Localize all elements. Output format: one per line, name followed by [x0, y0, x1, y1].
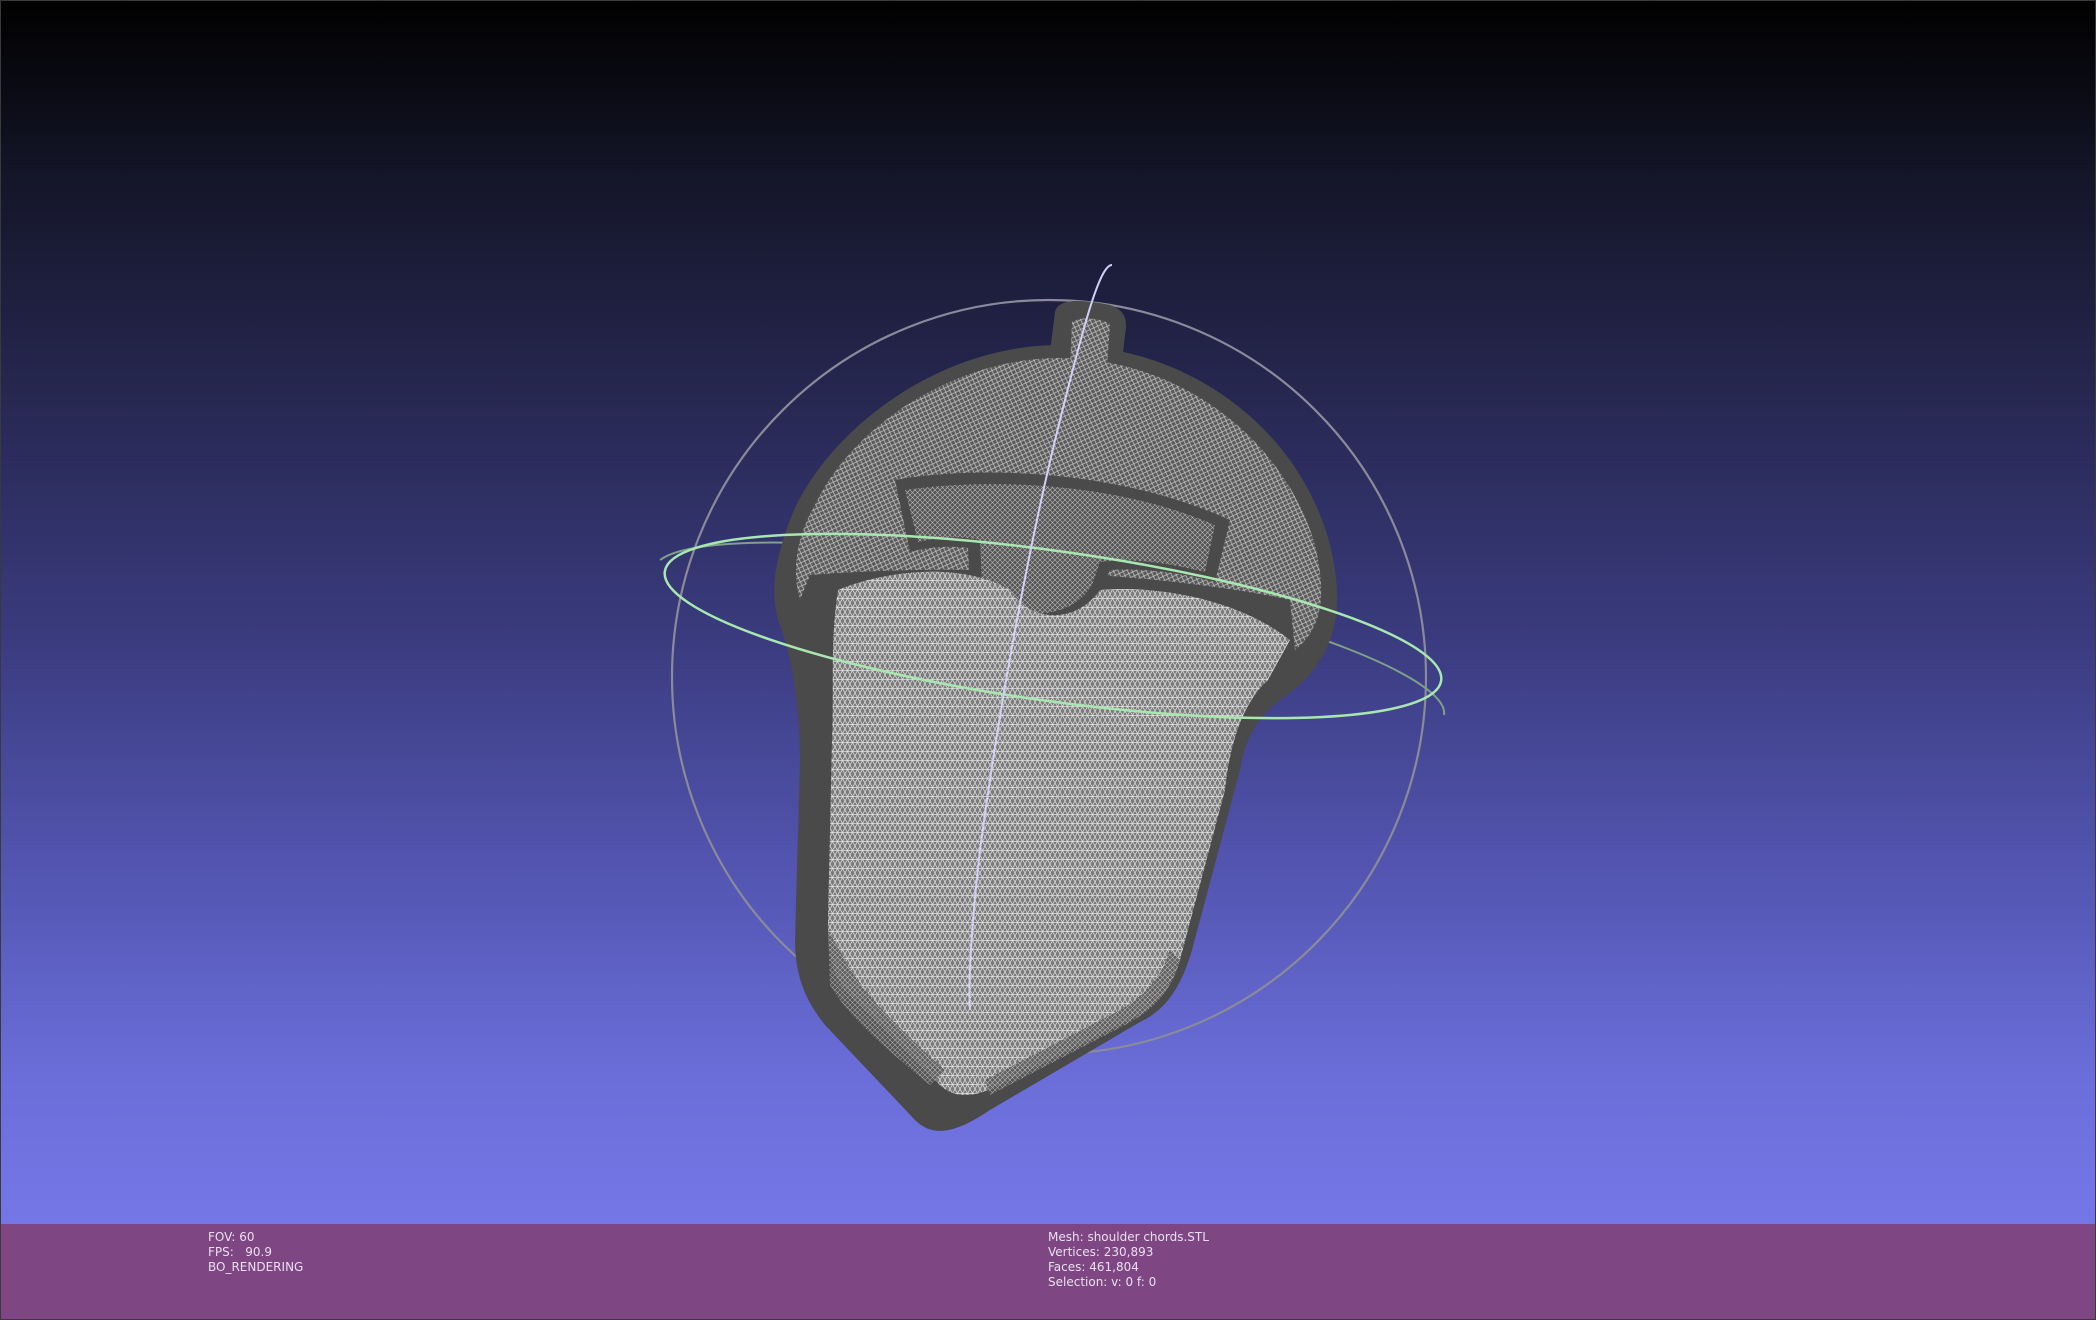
vertices-count-text: Vertices: 230,893 — [1048, 1245, 1154, 1259]
mesh-scene[interactable] — [0, 0, 2096, 1224]
render-info: FOV: 60 FPS: 90.9 BO_RENDERING — [208, 1230, 303, 1275]
3d-viewport[interactable] — [0, 0, 2096, 1224]
selection-text: Selection: v: 0 f: 0 — [1048, 1275, 1157, 1289]
fps-text: FPS: 90.9 — [208, 1245, 272, 1259]
fov-text: FOV: 60 — [208, 1230, 255, 1244]
render-mode-text: BO_RENDERING — [208, 1260, 304, 1274]
mesh-name-text: Mesh: shoulder chords.STL — [1048, 1230, 1209, 1244]
status-info-bar: FOV: 60 FPS: 90.9 BO_RENDERING Mesh: sho… — [0, 1224, 2096, 1320]
faces-count-text: Faces: 461,804 — [1048, 1260, 1139, 1274]
mesh-info: Mesh: shoulder chords.STL Vertices: 230,… — [1048, 1230, 1209, 1290]
